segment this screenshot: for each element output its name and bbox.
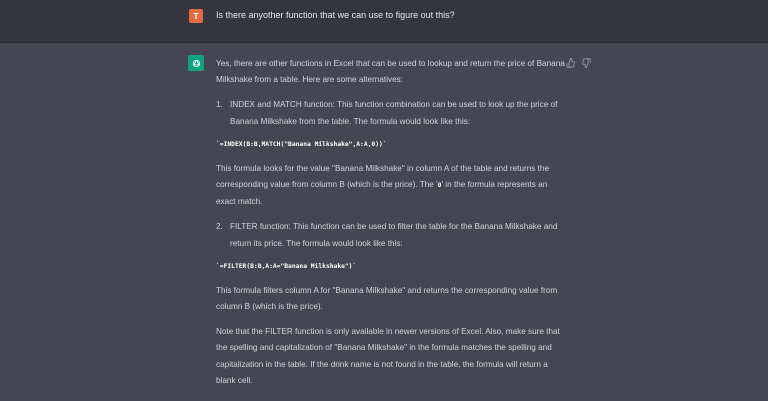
list-item: 2. FILTER function: This function can be… bbox=[216, 219, 566, 251]
formula-code: `=FILTER(B:B,A:A="Banana Milkshake")` bbox=[216, 262, 357, 270]
explanation-paragraph: This formula looks for the value "Banana… bbox=[216, 161, 566, 211]
thumbs-down-icon[interactable] bbox=[581, 55, 591, 69]
thumbs-up-icon[interactable] bbox=[566, 55, 576, 68]
list-number: 2. bbox=[216, 222, 223, 232]
explanation-paragraph: This formula filters column A for "Banan… bbox=[216, 285, 558, 312]
user-message-text: Is there anyother function that we can u… bbox=[216, 10, 455, 20]
formula-code: `=INDEX(B:B,MATCH("Banana Milkshake",A:A… bbox=[216, 140, 387, 148]
list-item-text: FILTER function: This function can be us… bbox=[230, 222, 558, 248]
feedback-controls bbox=[566, 55, 591, 69]
list-item: 1. INDEX and MATCH function: This functi… bbox=[216, 97, 566, 129]
user-avatar: T bbox=[189, 9, 203, 23]
assistant-message-content: Yes, there are other functions in Excel … bbox=[216, 56, 566, 398]
list-item-text: INDEX and MATCH function: This function … bbox=[230, 100, 558, 126]
note-paragraph: Note that the FILTER function is only av… bbox=[216, 327, 560, 385]
openai-logo-icon bbox=[188, 55, 204, 71]
assistant-message-row: Yes, there are other functions in Excel … bbox=[0, 43, 768, 401]
intro-paragraph: Yes, there are other functions in Excel … bbox=[216, 59, 565, 85]
user-avatar-letter: T bbox=[193, 11, 199, 21]
list-number: 1. bbox=[216, 100, 223, 110]
user-message-row: T Is there anyother function that we can… bbox=[0, 0, 768, 43]
